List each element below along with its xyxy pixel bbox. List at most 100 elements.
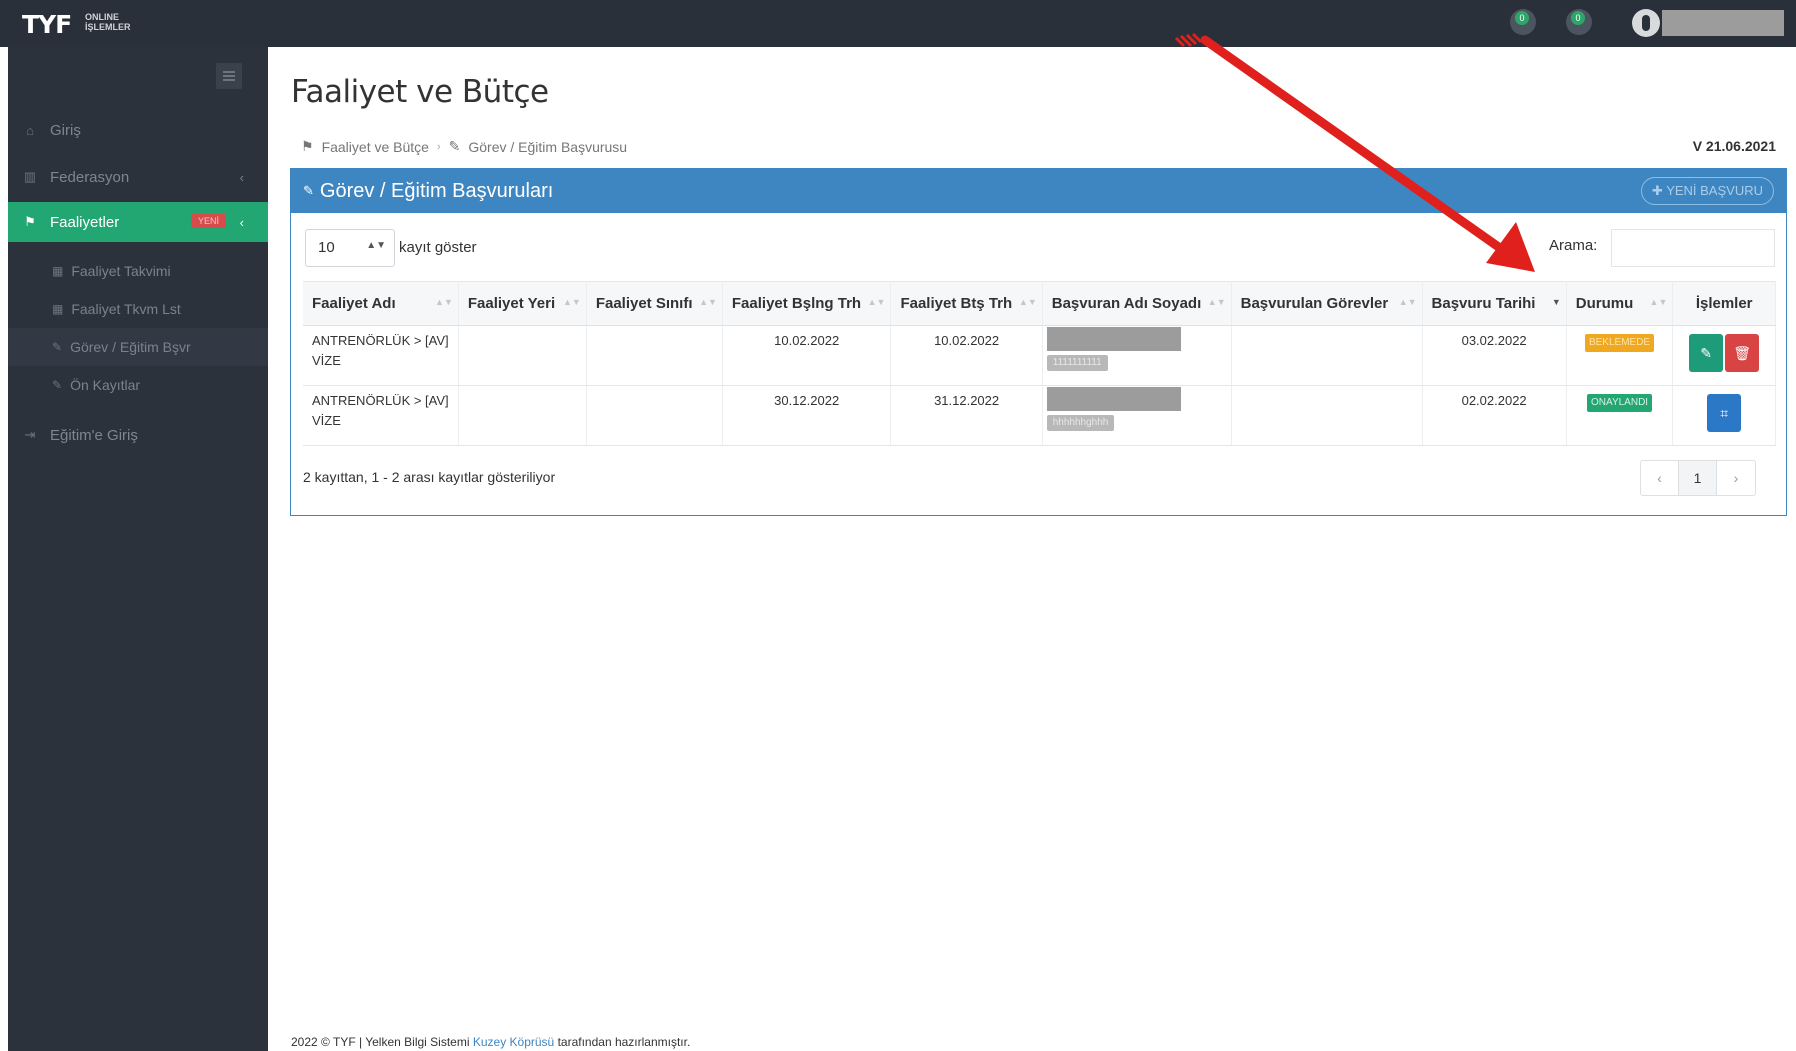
table-info: 2 kayıttan, 1 - 2 arası kayıtlar gösteri… <box>303 469 556 485</box>
pagination-page-1[interactable]: 1 <box>1679 461 1717 495</box>
binoculars-icon: ⌗ <box>1720 405 1729 421</box>
column-label: Başvuru Tarihi <box>1431 295 1536 312</box>
applicant-name-redacted <box>1046 387 1181 411</box>
sort-icon: ▲▼ <box>1207 297 1226 307</box>
cell-bitis: 10.02.2022 <box>890 325 1043 386</box>
column-header-faaliyet-adi[interactable]: Faaliyet Adı ▲▼ <box>303 281 459 326</box>
new-application-button[interactable]: ✚ YENİ BAŞVURU <box>1640 177 1774 205</box>
sidebar-item-egitime-giris[interactable]: ⇥ Eğitim'e Giriş <box>8 415 268 455</box>
footer: 2022 © TYF | Yelken Bilgi Sistemi Kuzey … <box>291 1035 690 1049</box>
view-button[interactable]: ⌗ <box>1707 394 1742 432</box>
sidebar-subitem-faaliyet-takvimi[interactable]: ▦ Faaliyet Takvimi <box>8 252 268 290</box>
calendar-icon: ▦ <box>52 264 64 278</box>
trash-icon: 🗑 <box>1733 345 1752 361</box>
sidebar-subitem-label: Faaliyet Takvimi <box>71 263 171 279</box>
flag-icon: ⚑ <box>301 138 314 154</box>
column-label: Faaliyet Yeri <box>467 295 556 312</box>
sidebar-subitem-label: Görev / Eğitim Bşvr <box>70 339 191 355</box>
notification-bell-icon[interactable]: 0 <box>1510 9 1536 35</box>
column-label: Faaliyet Sınıfı <box>595 295 693 312</box>
select-arrows-icon: ▲▼ <box>366 240 386 251</box>
status-badge: ONAYLANDI <box>1587 394 1653 412</box>
tyf-logo[interactable]: TYF <box>22 10 72 39</box>
edit-icon: ✎ <box>448 138 461 154</box>
logo-sub-online: ONLINE <box>85 12 120 22</box>
search-label: Arama: <box>1549 237 1598 254</box>
pagination: ‹ 1 › <box>1640 460 1756 496</box>
column-label: Başvurulan Görevler <box>1240 295 1389 312</box>
cell-faaliyet-yeri <box>458 325 587 386</box>
applicant-id-tag: 1111111111 <box>1046 355 1108 371</box>
sidebar-item-label: Giriş <box>50 121 81 139</box>
cell-bitis: 31.12.2022 <box>890 385 1043 446</box>
sidebar-subitem-faaliyet-tkvm-lst[interactable]: ▦ Faaliyet Tkvm Lst <box>8 290 268 328</box>
page-length-label: kayıt göster <box>399 239 477 256</box>
edit-button[interactable]: ✎ <box>1689 334 1724 372</box>
edit-icon: ✎ <box>1700 345 1713 361</box>
cell-faaliyet-adi: ANTRENÖRLÜK > [AV] VİZE <box>303 385 459 446</box>
user-avatar[interactable] <box>1632 9 1660 37</box>
chevron-left-icon: ‹ <box>239 214 244 230</box>
column-label: Faaliyet Adı <box>312 295 396 312</box>
sort-icon: ▲▼ <box>867 297 886 307</box>
sidebar-item-federasyon[interactable]: ▥ Federasyon ‹ <box>8 157 268 197</box>
sort-icon: ▲▼ <box>1649 297 1668 307</box>
column-header-faaliyet-sinifi[interactable]: Faaliyet Sınıfı ▲▼ <box>586 281 723 326</box>
cell-basvuran: hhhhhhghhh <box>1042 385 1232 446</box>
cell-baslangic: 10.02.2022 <box>722 325 892 386</box>
delete-button[interactable]: 🗑 <box>1725 334 1760 372</box>
sidebar-subitem-gorev-egitim[interactable]: ✎ Görev / Eğitim Bşvr <box>8 328 268 366</box>
cell-baslangic: 30.12.2022 <box>722 385 892 446</box>
column-header-basvuran[interactable]: Başvuran Adı Soyadı ▲▼ <box>1042 281 1232 326</box>
footer-link[interactable]: Kuzey Köprüsü <box>473 1035 554 1049</box>
sidebar-subitem-on-kayitlar[interactable]: ✎ Ön Kayıtlar <box>8 366 268 404</box>
version-label: V 21.06.2021 <box>1692 138 1776 154</box>
cell-faaliyet-sinifi <box>586 385 723 446</box>
cell-durumu: BEKLEMEDE <box>1566 325 1674 386</box>
search-input[interactable] <box>1611 229 1775 267</box>
sidebar: ⌂ Giriş ▥ Federasyon ‹ ⚑ Faaliyetler YEN… <box>8 47 268 1051</box>
messages-icon[interactable]: 0 <box>1566 9 1592 35</box>
sidebar-item-faaliyetler[interactable]: ⚑ Faaliyetler YENİ ‹ <box>8 202 268 242</box>
applicant-name-redacted <box>1046 327 1181 351</box>
messages-count: 0 <box>1571 11 1585 25</box>
sort-icon: ▲▼ <box>435 297 453 307</box>
breadcrumb-item: Görev / Eğitim Başvurusu <box>468 138 628 155</box>
column-header-durumu[interactable]: Durumu ▲▼ <box>1566 281 1674 326</box>
cell-basvuru-tarihi: 02.02.2022 <box>1422 385 1567 446</box>
activity-name: ANTRENÖRLÜK > [AV] <box>312 333 449 348</box>
notification-count: 0 <box>1515 11 1529 25</box>
breadcrumb-item[interactable]: Faaliyet ve Bütçe <box>322 139 429 155</box>
status-badge: BEKLEMEDE <box>1584 334 1655 352</box>
column-header-faaliyet-yeri[interactable]: Faaliyet Yeri ▲▼ <box>458 281 587 326</box>
applications-table: Faaliyet Adı ▲▼ Faaliyet Yeri ▲▼ Faaliyet … <box>303 281 1776 446</box>
column-header-bitis-tarihi[interactable]: Faaliyet Btş Trh ▲▼ <box>890 281 1043 326</box>
new-application-label: YENİ BAŞVURU <box>1666 183 1763 198</box>
applicant-id-tag: hhhhhhghhh <box>1046 415 1115 431</box>
column-header-basvuru-tarihi[interactable]: Başvuru Tarihi ▼ <box>1422 281 1567 326</box>
column-label: Faaliyet Btş Trh <box>900 295 1013 312</box>
column-label: Faaliyet Bşlng Trh <box>731 295 862 312</box>
sidebar-subitem-label: Faaliyet Tkvm Lst <box>71 301 181 317</box>
chevron-left-icon: ‹ <box>239 169 244 185</box>
sort-desc-icon: ▼ <box>1551 297 1561 307</box>
breadcrumb: ⚑ Faaliyet ve Bütçe › ✎ Görev / Eğitim B… <box>301 138 627 155</box>
pagination-next-button[interactable]: › <box>1717 461 1755 495</box>
sidebar-item-giris[interactable]: ⌂ Giriş <box>8 110 268 150</box>
pagination-prev-button[interactable]: ‹ <box>1641 461 1679 495</box>
sort-icon: ▲▼ <box>1398 297 1417 307</box>
activity-subname: VİZE <box>312 353 341 368</box>
footer-text: 2022 © TYF | Yelken Bilgi Sistemi <box>291 1035 470 1049</box>
column-header-baslangic-tarihi[interactable]: Faaliyet Bşlng Trh ▲▼ <box>722 281 892 326</box>
table-row: ANTRENÖRLÜK > [AV] VİZE 30.12.2022 31.12.… <box>303 385 1776 446</box>
page-length-select[interactable]: 10 ▲▼ <box>305 229 395 267</box>
column-header-basvurulan-gorevler[interactable]: Başvurulan Görevler ▲▼ <box>1231 281 1423 326</box>
cell-durumu: ONAYLANDI <box>1566 385 1674 446</box>
plus-icon: ✚ <box>1651 183 1663 198</box>
column-label: Başvuran Adı Soyadı <box>1051 295 1202 312</box>
footer-text-suffix: tarafından hazırlanmıştır. <box>557 1035 691 1049</box>
edit-icon: ✎ <box>52 340 63 354</box>
cell-gorevler <box>1231 385 1423 446</box>
sidebar-toggle-button[interactable] <box>216 63 242 89</box>
username-redacted[interactable] <box>1662 10 1784 36</box>
